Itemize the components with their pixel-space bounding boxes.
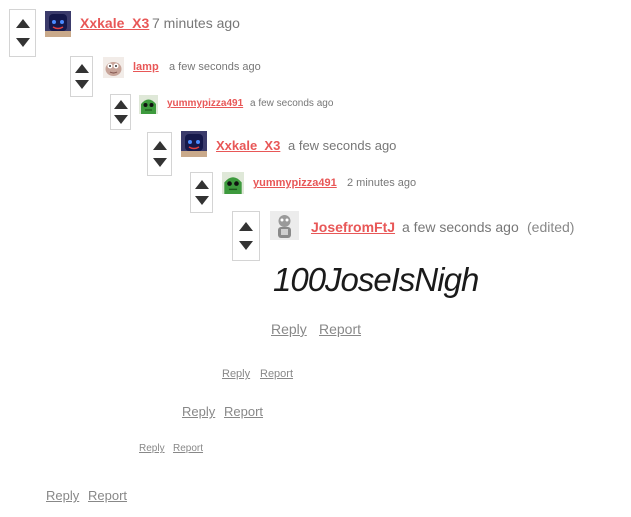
- edited-label: (edited): [527, 219, 575, 235]
- comment-timestamp: a few seconds ago: [402, 219, 519, 235]
- report-button[interactable]: Report: [319, 321, 361, 337]
- upvote-arrow-icon[interactable]: [113, 100, 128, 110]
- vote-box: [147, 132, 172, 176]
- comment-username[interactable]: yummypizza491: [253, 177, 337, 189]
- downvote-arrow-icon[interactable]: [194, 196, 209, 205]
- comment-timestamp: a few seconds ago: [288, 138, 397, 153]
- reply-button[interactable]: Reply: [182, 404, 215, 419]
- comment-timestamp: 7 minutes ago: [152, 15, 240, 31]
- upvote-arrow-icon[interactable]: [15, 19, 30, 29]
- upvote-arrow-icon[interactable]: [74, 64, 89, 73]
- report-button[interactable]: Report: [224, 404, 263, 419]
- upvote-arrow-icon[interactable]: [152, 141, 167, 150]
- reply-button[interactable]: Reply: [271, 321, 307, 337]
- comment-username[interactable]: JosefromFtJ: [311, 219, 395, 235]
- downvote-arrow-icon[interactable]: [15, 37, 30, 47]
- report-button[interactable]: Report: [173, 443, 203, 454]
- downvote-arrow-icon[interactable]: [113, 114, 128, 124]
- report-button[interactable]: Report: [260, 368, 293, 380]
- comment-body: 100JoseIsNigh: [273, 261, 479, 298]
- reply-button[interactable]: Reply: [139, 443, 165, 454]
- vote-box: [9, 9, 36, 57]
- comment-timestamp: a few seconds ago: [250, 98, 334, 109]
- green-creature-avatar-icon[interactable]: [222, 172, 244, 194]
- downvote-arrow-icon[interactable]: [152, 158, 167, 167]
- upvote-arrow-icon[interactable]: [194, 180, 209, 189]
- comment-username[interactable]: lamp: [133, 61, 159, 73]
- grey-figure-avatar-icon[interactable]: [270, 211, 299, 240]
- dark-face-avatar-icon[interactable]: [45, 11, 71, 37]
- downvote-arrow-icon[interactable]: [74, 80, 89, 89]
- reply-button[interactable]: Reply: [46, 488, 79, 503]
- pink-creature-avatar-icon[interactable]: [103, 57, 124, 78]
- report-button[interactable]: Report: [88, 488, 127, 503]
- comment-username[interactable]: Xxkale_X3: [80, 15, 149, 31]
- downvote-arrow-icon[interactable]: [239, 241, 253, 250]
- comment-username[interactable]: Xxkale_X3: [216, 138, 280, 153]
- green-creature-avatar-icon[interactable]: [139, 95, 158, 114]
- comment-username[interactable]: yummypizza491: [167, 98, 243, 109]
- comment-timestamp: 2 minutes ago: [347, 177, 417, 189]
- vote-box: [110, 94, 131, 130]
- dark-face-avatar-icon[interactable]: [181, 131, 207, 157]
- upvote-arrow-icon[interactable]: [239, 222, 253, 231]
- vote-box: [232, 211, 260, 261]
- reply-button[interactable]: Reply: [222, 368, 250, 380]
- vote-box: [70, 56, 93, 97]
- vote-box: [190, 172, 213, 213]
- comment-timestamp: a few seconds ago: [169, 61, 261, 73]
